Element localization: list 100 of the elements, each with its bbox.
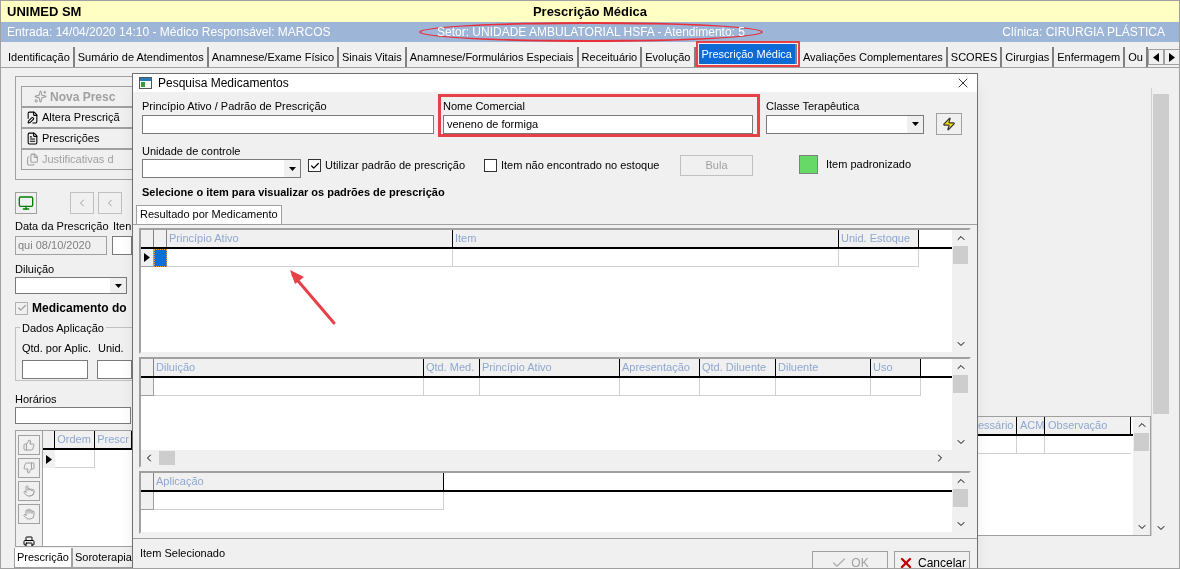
column-header[interactable]: Diluição <box>154 358 424 376</box>
dropdown[interactable] <box>142 159 301 178</box>
table-cell <box>55 450 96 469</box>
column-header[interactable]: Item <box>453 229 839 247</box>
checkbox-label: Utilizar padrão de prescrição <box>325 158 465 174</box>
column-header[interactable]: Qtd. Diluente <box>700 358 776 376</box>
field-label: Classe Terapêutica <box>766 99 861 114</box>
table-cell <box>1017 436 1045 454</box>
previous-record-button[interactable] <box>98 192 122 214</box>
column-header[interactable]: Diluente <box>776 358 871 376</box>
instruction-text: Selecione o item para visualizar os padrões de prescrição <box>142 185 446 200</box>
tab[interactable]: Prescrição Médica <box>698 44 797 64</box>
cancel-button[interactable]: Cancelar <box>894 550 970 568</box>
header-corner <box>141 358 154 376</box>
dialog-title: Pesquisa Medicamentos <box>158 75 289 92</box>
dropdown[interactable] <box>15 277 127 295</box>
hand-icon <box>23 462 36 475</box>
hand-button[interactable] <box>18 481 41 502</box>
tab[interactable]: Prescrição <box>14 548 72 568</box>
column-header[interactable]: Apresentação <box>620 358 700 376</box>
hand-icon <box>23 439 36 452</box>
field-label: Horários <box>15 391 58 407</box>
tab[interactable]: Identificação <box>5 47 75 67</box>
monitor-button[interactable] <box>15 192 37 214</box>
lightning-icon <box>942 116 956 131</box>
entry-info: Entrada: 14/04/2020 14:10 - Médico Responsável: MARCOS <box>7 24 332 41</box>
window-icon <box>139 77 152 89</box>
lightning-button[interactable] <box>936 112 962 135</box>
header-corner <box>141 229 154 247</box>
input-field[interactable]: veneno de formiga <box>443 114 753 134</box>
monitor-icon <box>18 195 34 211</box>
tab[interactable]: Cirurgias <box>1002 47 1055 67</box>
table-cell <box>871 377 921 396</box>
checkbox-label: Medicamento do <box>32 300 127 318</box>
input-field[interactable] <box>15 407 131 425</box>
printer-icon[interactable] <box>23 536 36 546</box>
tab[interactable]: Evolução <box>642 47 696 67</box>
column-header[interactable]: Observação <box>1045 417 1131 434</box>
tab[interactable]: Enfermagem <box>1054 47 1126 67</box>
right-arrow-icon <box>1168 52 1175 62</box>
tab[interactable]: Sumário de Atendimentos <box>74 47 209 67</box>
sector-info: Setor: UNIDADE AMBULATORIAL HSFA - Atendimento: 5 <box>437 24 745 41</box>
app-name: UNIMED SM <box>7 2 83 21</box>
checkbox-label: Item não encontrado no estoque <box>501 158 660 174</box>
tab[interactable]: Receituário <box>578 47 643 67</box>
toolbar-button[interactable]: Altera Prescriçã <box>21 107 132 128</box>
column-header[interactable]: Unid. Estoque <box>839 229 919 247</box>
field-label: Unid. <box>98 341 124 357</box>
legend-swatch <box>799 155 818 174</box>
clinic-info: Clínica: CIRURGIA PLÁSTICA <box>1002 23 1166 41</box>
column-header[interactable]: Qtd. Med. <box>424 358 480 376</box>
dropdown-arrow-icon <box>288 166 296 171</box>
column-header[interactable]: Uso <box>871 358 921 376</box>
hand-icon <box>23 508 36 521</box>
hand-button[interactable] <box>18 458 41 479</box>
column-header[interactable]: essário <box>975 417 1017 434</box>
tab[interactable]: Resultado por Medicamento <box>136 204 282 224</box>
input-field[interactable] <box>112 235 132 255</box>
checkbox[interactable] <box>308 159 321 172</box>
field-label: Nome Comercial <box>443 99 526 114</box>
input-field[interactable] <box>22 359 88 379</box>
toolbar-button[interactable]: Prescrições <box>21 128 132 149</box>
column-header[interactable]: Princípio Ativo <box>480 358 620 376</box>
hand-icon <box>23 485 36 498</box>
legend-label: Item padronizado <box>826 157 911 173</box>
tab[interactable]: Anamnese/Exame Físico <box>208 47 339 67</box>
first-record-button[interactable] <box>70 192 94 214</box>
check-icon <box>16 303 27 314</box>
tab[interactable]: Soroterapia <box>71 548 132 568</box>
column-header[interactable]: Aplicação <box>154 472 444 490</box>
column-header[interactable]: Prescr <box>95 431 132 449</box>
date-field[interactable]: qui 08/10/2020 <box>15 235 107 255</box>
tab[interactable]: Avaliações Complementares <box>800 47 948 67</box>
input-field[interactable] <box>142 114 434 134</box>
tab[interactable]: SCORES <box>947 47 1003 67</box>
field-label: Princípio Ativo / Padrão de Prescrição <box>142 99 328 114</box>
left-arrow-icon <box>1152 52 1159 62</box>
hand-button[interactable] <box>18 435 41 456</box>
field-label: Diluição <box>15 261 56 277</box>
tab[interactable]: Sinais Vitais <box>339 47 407 67</box>
dropdown[interactable] <box>766 114 924 134</box>
column-header[interactable]: ACM <box>1017 417 1045 434</box>
check-icon <box>309 160 320 171</box>
column-header[interactable]: Princípio Ativo <box>167 229 453 247</box>
dropdown-arrow-icon <box>911 122 919 126</box>
header-corner <box>141 472 154 490</box>
status-text: Item Selecionado <box>140 545 225 561</box>
row-pointer-icon <box>46 454 53 464</box>
column-header[interactable]: Ordem <box>55 431 96 449</box>
check-icon <box>831 555 848 568</box>
hand-button[interactable] <box>18 504 41 525</box>
field-label: Data da Prescrição <box>15 219 110 234</box>
input-field[interactable] <box>97 359 132 379</box>
checkbox[interactable] <box>484 159 497 172</box>
row-pointer-icon <box>144 252 150 262</box>
header-corner <box>154 229 167 247</box>
dropdown-arrow-icon <box>114 283 122 288</box>
table-cell <box>424 377 480 396</box>
cross-icon <box>898 555 914 568</box>
tab[interactable]: Anamnese/Formulários Especiais <box>406 47 579 67</box>
